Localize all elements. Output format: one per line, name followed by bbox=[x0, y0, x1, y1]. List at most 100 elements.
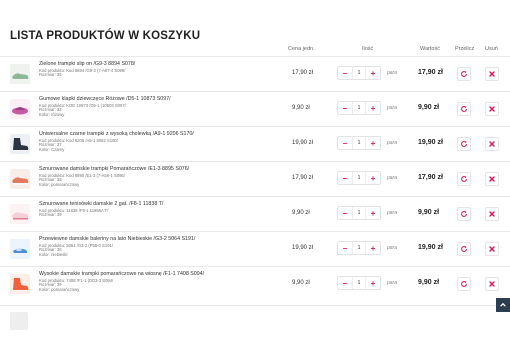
decrease-quantity-button[interactable]: − bbox=[338, 242, 352, 254]
quantity-input[interactable]: 1 bbox=[352, 207, 366, 219]
page-title: LISTA PRODUKTÓW W KOSZYKU bbox=[10, 30, 201, 42]
line-total: 19,90 zł bbox=[418, 139, 443, 146]
cart-row: Gumowe klapki dziewczęce Różowe /D5-1 10… bbox=[0, 91, 510, 126]
column-header-remove: Usuń bbox=[485, 46, 498, 52]
unit-price: 9,90 zł bbox=[292, 280, 310, 286]
recalculate-button[interactable] bbox=[457, 137, 471, 151]
product-name-link[interactable]: Wysokie damskie trampki pomarańczowe na … bbox=[39, 271, 279, 277]
refresh-icon bbox=[461, 140, 467, 147]
quantity-input[interactable]: 1 bbox=[352, 242, 366, 254]
quantity-stepper[interactable]: − 1 + bbox=[337, 206, 381, 220]
decrease-quantity-button[interactable]: − bbox=[338, 102, 352, 114]
quantity-stepper[interactable]: − 1 + bbox=[337, 241, 381, 255]
decrease-quantity-button[interactable]: − bbox=[338, 172, 352, 184]
increase-quantity-button[interactable]: + bbox=[366, 242, 380, 254]
recalculate-button[interactable] bbox=[457, 172, 471, 186]
hightop-icon-orange bbox=[10, 274, 30, 294]
quantity-input[interactable]: 1 bbox=[352, 277, 366, 289]
quantity-stepper[interactable]: − 1 + bbox=[337, 66, 381, 80]
product-name-link[interactable]: Uniwersalne czarne trampki z wysoką chol… bbox=[39, 131, 279, 137]
increase-quantity-button[interactable]: + bbox=[366, 172, 380, 184]
quantity-unit: para bbox=[387, 175, 398, 181]
product-name-link[interactable]: Gumowe klapki dziewczęce Różowe /D5-1 10… bbox=[39, 96, 279, 102]
hightop-icon-black bbox=[10, 134, 30, 154]
product-thumbnail[interactable] bbox=[10, 64, 30, 84]
line-total: 19,90 zł bbox=[418, 244, 443, 251]
quantity-stepper[interactable]: − 1 + bbox=[337, 136, 381, 150]
recalculate-button[interactable] bbox=[457, 67, 471, 81]
remove-item-button[interactable] bbox=[485, 137, 499, 151]
product-info: Sznurowane damskie trampki Pomarańczowe … bbox=[39, 166, 279, 188]
remove-item-button[interactable] bbox=[485, 242, 499, 256]
product-thumbnail[interactable] bbox=[10, 239, 30, 259]
line-total: 9,90 zł bbox=[418, 279, 440, 286]
quantity-input[interactable]: 1 bbox=[352, 137, 366, 149]
quantity-stepper[interactable]: − 1 + bbox=[337, 101, 381, 115]
quantity-stepper[interactable]: − 1 + bbox=[337, 171, 381, 185]
product-thumbnail bbox=[10, 312, 28, 330]
unit-price: 17,90 zł bbox=[292, 70, 314, 76]
quantity-input[interactable]: 1 bbox=[352, 172, 366, 184]
refresh-icon bbox=[461, 70, 467, 77]
ballerina-icon-blue bbox=[10, 239, 30, 259]
close-icon bbox=[489, 141, 495, 147]
increase-quantity-button[interactable]: + bbox=[366, 207, 380, 219]
cart-items-list: Zielone trampki slip on /G9-3 8894 S078/… bbox=[0, 56, 510, 301]
product-thumbnail[interactable] bbox=[10, 169, 30, 189]
decrease-quantity-button[interactable]: − bbox=[338, 137, 352, 149]
increase-quantity-button[interactable]: + bbox=[366, 102, 380, 114]
product-size: Rozmiar: 35 bbox=[39, 72, 62, 78]
product-info: Przewiewne damskie baleriny na lato Nieb… bbox=[39, 236, 279, 258]
product-name-link[interactable]: Sznurowane tenisówki damskie 2 gat. /F8-… bbox=[39, 201, 279, 207]
close-icon bbox=[489, 106, 495, 112]
line-total: 17,90 zł bbox=[418, 69, 443, 76]
decrease-quantity-button[interactable]: − bbox=[338, 207, 352, 219]
recalculate-button[interactable] bbox=[457, 102, 471, 116]
quantity-stepper[interactable]: − 1 + bbox=[337, 276, 381, 290]
quantity-input[interactable]: 1 bbox=[352, 102, 366, 114]
close-icon bbox=[489, 281, 495, 287]
decrease-quantity-button[interactable]: − bbox=[338, 67, 352, 79]
quantity-unit: para bbox=[387, 105, 398, 111]
sneaker-icon-orange bbox=[10, 169, 30, 189]
product-size: Rozmiar: 39 bbox=[39, 212, 62, 218]
recalculate-button[interactable] bbox=[457, 207, 471, 221]
recalculate-button[interactable] bbox=[457, 277, 471, 291]
remove-item-button[interactable] bbox=[485, 102, 499, 116]
product-color: Kolor: pomarańczowy bbox=[39, 182, 80, 188]
remove-item-button[interactable] bbox=[485, 277, 499, 291]
cart-row-partial bbox=[0, 305, 510, 340]
column-header-quantity: Ilość bbox=[362, 46, 374, 52]
product-thumbnail[interactable] bbox=[10, 134, 30, 154]
product-thumbnail[interactable] bbox=[10, 274, 30, 294]
sneaker-icon-green bbox=[10, 64, 30, 84]
unit-price: 17,90 zł bbox=[292, 175, 314, 181]
decrease-quantity-button[interactable]: − bbox=[338, 277, 352, 289]
increase-quantity-button[interactable]: + bbox=[366, 67, 380, 79]
product-thumbnail[interactable] bbox=[10, 204, 30, 224]
product-color: Kolor: Czarny bbox=[39, 147, 65, 153]
remove-item-button[interactable] bbox=[485, 207, 499, 221]
quantity-unit: para bbox=[387, 280, 398, 286]
product-name-link[interactable]: Przewiewne damskie baleriny na lato Nieb… bbox=[39, 236, 279, 242]
unit-price: 9,90 zł bbox=[292, 210, 310, 216]
close-icon bbox=[489, 246, 495, 252]
product-thumbnail[interactable] bbox=[10, 99, 30, 119]
recalculate-button[interactable] bbox=[457, 242, 471, 256]
increase-quantity-button[interactable]: + bbox=[366, 277, 380, 289]
close-icon bbox=[489, 71, 495, 77]
increase-quantity-button[interactable]: + bbox=[366, 137, 380, 149]
scroll-to-top-button[interactable] bbox=[496, 298, 510, 312]
cart-row: Wysokie damskie trampki pomarańczowe na … bbox=[0, 266, 510, 301]
line-total: 17,90 zł bbox=[418, 174, 443, 181]
sneaker-icon-white bbox=[10, 204, 30, 224]
cart-row: Przewiewne damskie baleriny na lato Nieb… bbox=[0, 231, 510, 266]
quantity-input[interactable]: 1 bbox=[352, 67, 366, 79]
remove-item-button[interactable] bbox=[485, 172, 499, 186]
remove-item-button[interactable] bbox=[485, 67, 499, 81]
column-header-value: Wartość bbox=[420, 46, 440, 52]
product-name-link[interactable]: Zielone trampki slip on /G9-3 8894 S078/ bbox=[39, 61, 279, 67]
refresh-icon bbox=[461, 175, 467, 182]
product-name-link[interactable]: Sznurowane damskie trampki Pomarańczowe … bbox=[39, 166, 279, 172]
cart-row: Zielone trampki slip on /G9-3 8894 S078/… bbox=[0, 56, 510, 91]
